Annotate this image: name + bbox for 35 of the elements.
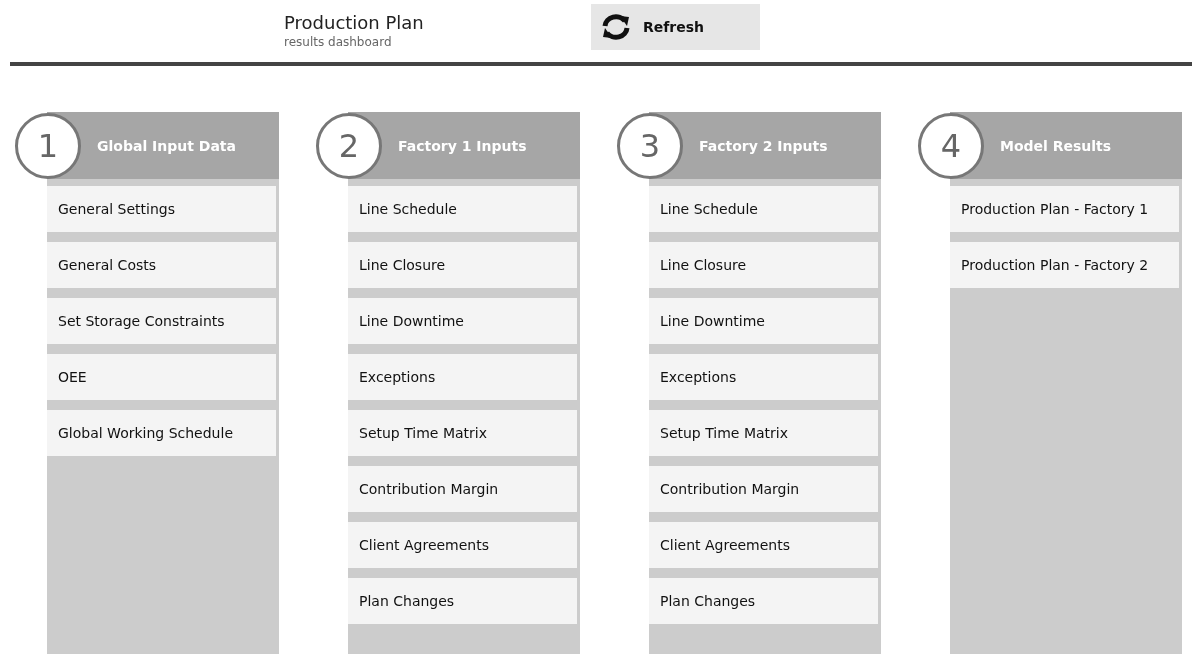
- menu-item[interactable]: Global Working Schedule: [47, 410, 276, 456]
- page-subtitle: results dashboard: [284, 34, 393, 50]
- step-number: 3: [617, 113, 683, 179]
- menu-item[interactable]: Client Agreements: [649, 522, 878, 568]
- menu-item[interactable]: Set Storage Constraints: [47, 298, 276, 344]
- column-title: Global Input Data: [97, 137, 236, 154]
- menu-item[interactable]: Setup Time Matrix: [649, 410, 878, 456]
- column-title: Model Results: [1000, 137, 1112, 154]
- menu-item[interactable]: Line Closure: [348, 242, 577, 288]
- menu-item[interactable]: Setup Time Matrix: [348, 410, 577, 456]
- menu-item[interactable]: Line Downtime: [649, 298, 878, 344]
- refresh-icon: [601, 13, 631, 41]
- menu-item[interactable]: OEE: [47, 354, 276, 400]
- menu-item[interactable]: General Settings: [47, 186, 276, 232]
- column-title: Factory 2 Inputs: [699, 137, 828, 154]
- menu-item[interactable]: Production Plan - Factory 1: [950, 186, 1179, 232]
- menu-item[interactable]: Client Agreements: [348, 522, 577, 568]
- menu-item[interactable]: Production Plan - Factory 2: [950, 242, 1179, 288]
- page-title: Production Plan: [284, 12, 425, 34]
- menu-item[interactable]: Contribution Margin: [348, 466, 577, 512]
- menu-item[interactable]: Contribution Margin: [649, 466, 878, 512]
- menu-item[interactable]: Line Closure: [649, 242, 878, 288]
- menu-item[interactable]: Exceptions: [348, 354, 577, 400]
- column-title: Factory 1 Inputs: [398, 137, 527, 154]
- step-number: 1: [15, 113, 81, 179]
- menu-item[interactable]: General Costs: [47, 242, 276, 288]
- refresh-button[interactable]: Refresh: [591, 4, 760, 50]
- step-number: 4: [918, 113, 984, 179]
- menu-item[interactable]: Plan Changes: [649, 578, 878, 624]
- menu-item[interactable]: Line Schedule: [348, 186, 577, 232]
- menu-item[interactable]: Exceptions: [649, 354, 878, 400]
- menu-item[interactable]: Line Schedule: [649, 186, 878, 232]
- step-number: 2: [316, 113, 382, 179]
- menu-item[interactable]: Plan Changes: [348, 578, 577, 624]
- menu-item[interactable]: Line Downtime: [348, 298, 577, 344]
